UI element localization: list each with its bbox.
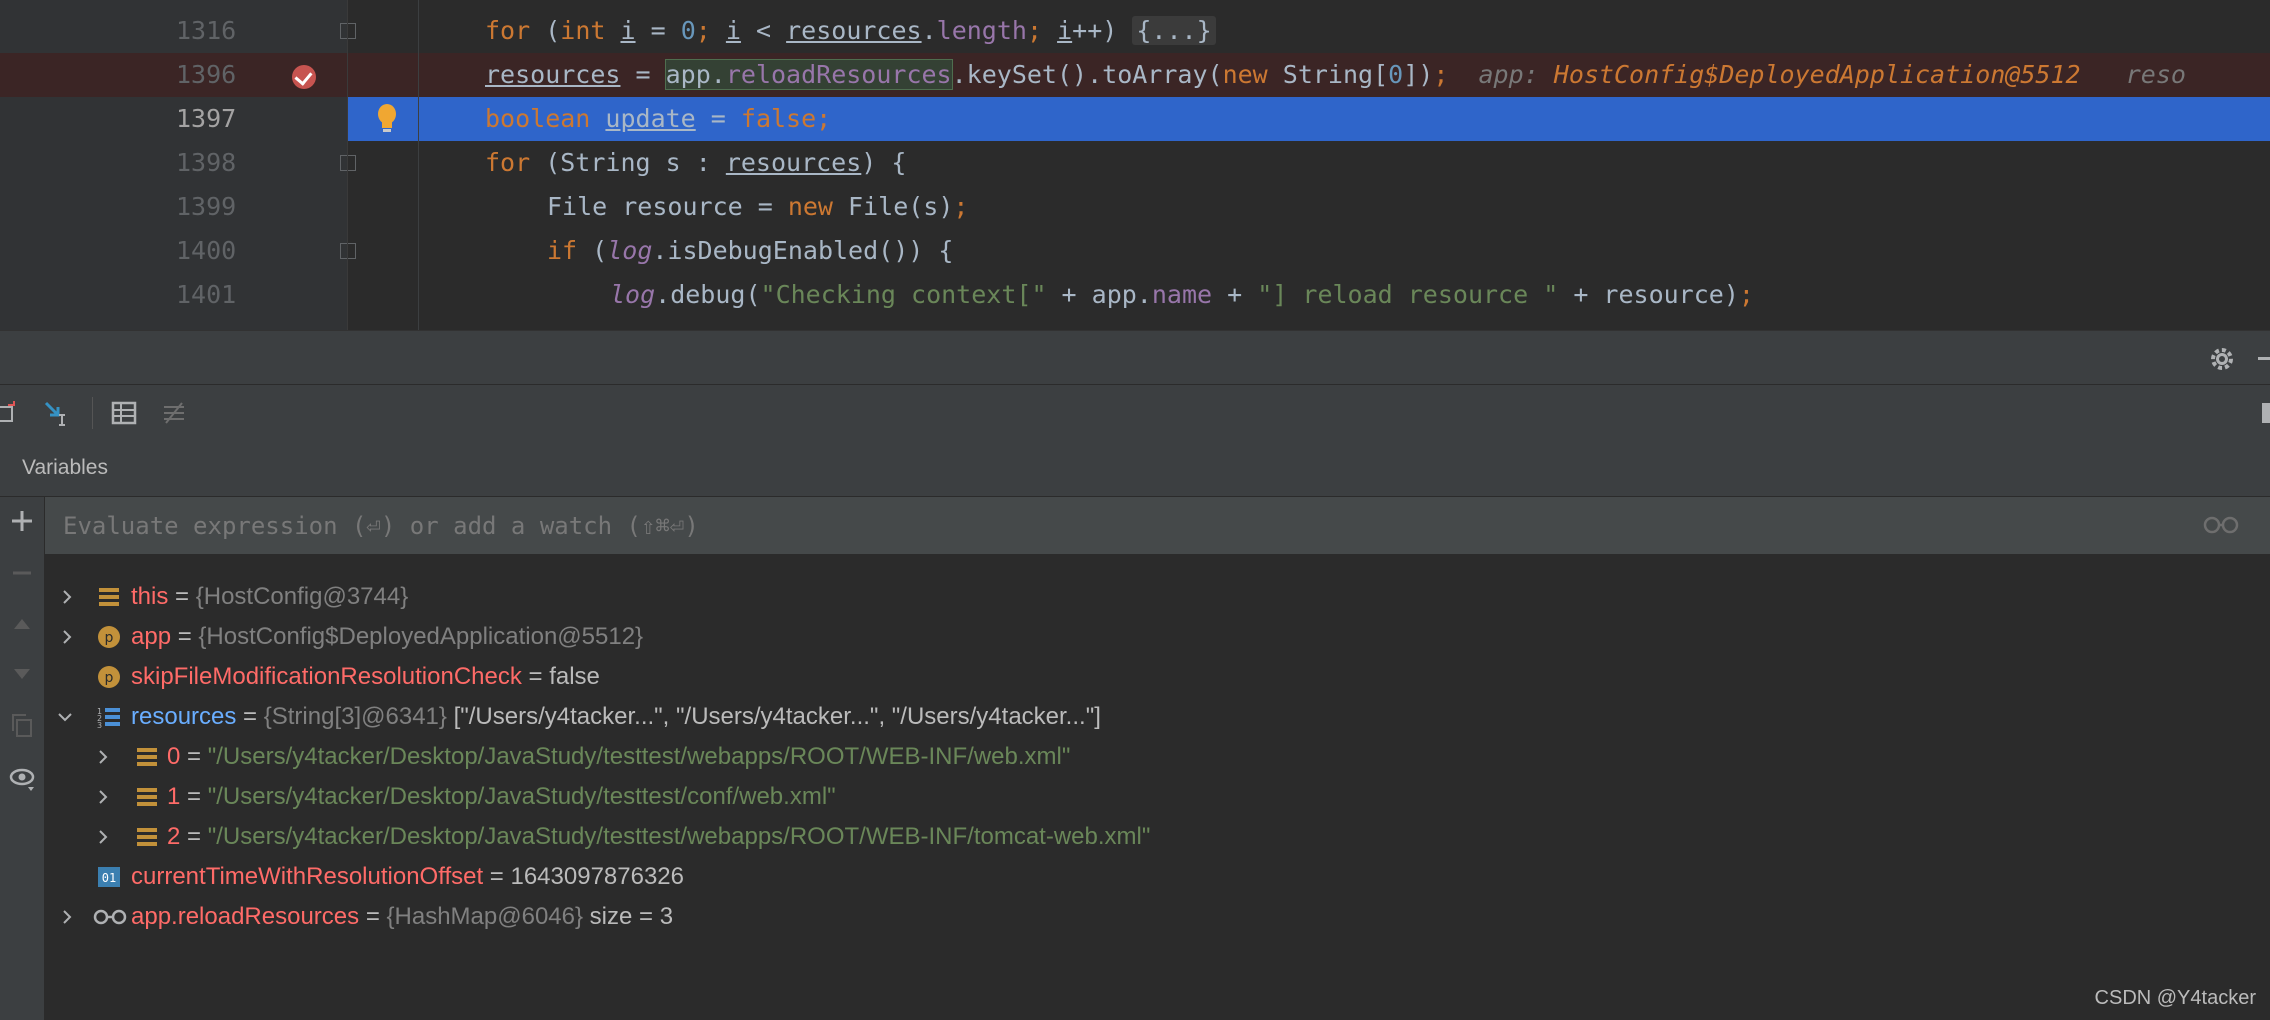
variable-label: skipFileModificationResolutionCheck = fa… xyxy=(131,663,600,690)
lightbulb-icon[interactable] xyxy=(376,103,398,135)
toolbar-separator xyxy=(92,397,93,429)
code-text: for (String s : resources) { xyxy=(485,148,907,177)
step-into-icon[interactable] xyxy=(42,399,70,427)
chevron-right-icon[interactable] xyxy=(59,909,75,925)
line-number: 1401 xyxy=(176,280,237,309)
breakpoint-line[interactable]: 1396 resources = app.reloadResources.key… xyxy=(0,53,2270,97)
evaluate-expression-input[interactable] xyxy=(61,497,2165,556)
code-text: boolean update = false; xyxy=(485,104,832,133)
line-number: 1398 xyxy=(176,148,237,177)
variable-label: 0 = "/Users/y4tacker/Desktop/JavaStudy/t… xyxy=(167,743,1071,770)
variable-label: app = {HostConfig$DeployedApplication@55… xyxy=(131,623,644,650)
variable-row[interactable]: 123 resources = {String[3]@6341} ["/User… xyxy=(45,697,2270,737)
line-number: 1400 xyxy=(176,236,237,265)
variable-label: currentTimeWithResolutionOffset = 164309… xyxy=(131,863,685,890)
minimize-icon[interactable] xyxy=(2258,357,2270,360)
array-element-row[interactable]: 2 = "/Users/y4tacker/Desktop/JavaStudy/t… xyxy=(45,817,2270,857)
svg-text:3: 3 xyxy=(97,721,102,729)
table-view-icon[interactable] xyxy=(110,399,138,427)
panel-title: Variables xyxy=(22,456,108,479)
array-icon: 123 xyxy=(97,707,120,729)
field-icon xyxy=(99,588,119,606)
line-number: 1399 xyxy=(176,192,237,221)
variable-label: app.reloadResources = {HashMap@6046} siz… xyxy=(131,903,674,930)
chevron-down-icon[interactable] xyxy=(57,709,73,725)
parameter-icon: p xyxy=(98,626,120,648)
variables-header: Variables xyxy=(0,440,2270,497)
parameter-icon: p xyxy=(98,666,120,688)
code-line[interactable]: 1398 for (String s : resources) { xyxy=(0,141,2270,185)
variable-label: 2 = "/Users/y4tacker/Desktop/JavaStudy/t… xyxy=(167,823,1151,850)
copy-icon[interactable] xyxy=(8,711,36,739)
chevron-right-icon[interactable] xyxy=(95,749,111,765)
line-number: 1316 xyxy=(176,16,237,45)
code-text: for (int i = 0; i < resources.length; i+… xyxy=(485,9,1216,53)
move-up-icon[interactable] xyxy=(8,609,36,637)
array-element-row[interactable]: 0 = "/Users/y4tacker/Desktop/JavaStudy/t… xyxy=(45,737,2270,777)
layout-icon[interactable] xyxy=(2262,403,2270,423)
inline-hint-trail: reso xyxy=(2125,60,2186,89)
variables-tree[interactable]: this = {HostConfig@3744} p app = {HostCo… xyxy=(45,555,2270,1020)
eye-icon[interactable] xyxy=(8,765,36,793)
add-icon[interactable] xyxy=(8,507,36,535)
variables-side-toolbar xyxy=(0,497,45,1020)
code-text: log.debug("Checking context[" + app.name… xyxy=(610,280,1754,309)
svg-text:01: 01 xyxy=(102,871,116,885)
variable-row[interactable]: p skipFileModificationResolutionCheck = … xyxy=(45,657,2270,697)
inline-hint-value: HostConfig$DeployedApplication@5512 xyxy=(1553,60,2081,89)
primitive-icon: 01 xyxy=(98,867,120,887)
watch-row[interactable]: app.reloadResources = {HashMap@6046} siz… xyxy=(45,897,2270,937)
code-text: if (log.isDebugEnabled()) { xyxy=(547,236,954,265)
chevron-right-icon[interactable] xyxy=(59,629,75,645)
variable-label: this = {HostConfig@3744} xyxy=(131,583,409,610)
line-number: 1396 xyxy=(176,60,237,89)
array-element-row[interactable]: 1 = "/Users/y4tacker/Desktop/JavaStudy/t… xyxy=(45,777,2270,817)
code-line[interactable]: 1401 log.debug("Checking context[" + app… xyxy=(0,273,2270,317)
code-text: File resource = new File(s); xyxy=(547,192,969,221)
variable-label: 1 = "/Users/y4tacker/Desktop/JavaStudy/t… xyxy=(167,783,836,810)
field-icon xyxy=(137,828,157,846)
field-icon xyxy=(137,788,157,806)
restore-frame-icon[interactable] xyxy=(0,399,28,427)
fold-collapse-icon[interactable] xyxy=(340,155,356,171)
watch-glasses-icon[interactable] xyxy=(2203,515,2239,535)
fold-collapse-icon[interactable] xyxy=(340,243,356,259)
code-editor[interactable]: 1316 for (int i = 0; i < resources.lengt… xyxy=(0,0,2270,330)
variable-row[interactable]: p app = {HostConfig$DeployedApplication@… xyxy=(45,617,2270,657)
line-number: 1397 xyxy=(176,104,237,133)
variable-label: resources = {String[3]@6341} ["/Users/y4… xyxy=(131,703,1101,730)
code-line[interactable]: 1400 if (log.isDebugEnabled()) { xyxy=(0,229,2270,273)
mute-breakpoints-icon[interactable] xyxy=(160,399,188,427)
watch-icon xyxy=(93,909,127,925)
chevron-right-icon[interactable] xyxy=(59,589,75,605)
chevron-right-icon[interactable] xyxy=(95,829,111,845)
fold-expand-icon[interactable] xyxy=(340,23,356,39)
current-execution-line[interactable]: 1397 boolean update = false; xyxy=(0,97,2270,141)
remove-icon[interactable] xyxy=(8,559,36,587)
code-line[interactable]: 1399 File resource = new File(s); xyxy=(0,185,2270,229)
move-down-icon[interactable] xyxy=(8,659,36,687)
gear-icon[interactable] xyxy=(2208,345,2236,373)
svg-text:p: p xyxy=(105,670,114,686)
watermark: CSDN @Y4tacker xyxy=(2094,987,2256,1009)
chevron-right-icon[interactable] xyxy=(95,789,111,805)
debug-toolbar xyxy=(0,384,2270,442)
field-icon xyxy=(137,748,157,766)
debug-tool-window-header xyxy=(0,330,2270,385)
inline-hint-label: app: xyxy=(1478,60,1539,89)
variable-row[interactable]: this = {HostConfig@3744} xyxy=(45,577,2270,617)
evaluate-expression-bar xyxy=(45,497,2270,556)
code-text: resources = app.reloadResources.keySet()… xyxy=(485,59,2186,90)
code-line[interactable]: 1316 for (int i = 0; i < resources.lengt… xyxy=(0,9,2270,53)
variable-row[interactable]: 01 currentTimeWithResolutionOffset = 164… xyxy=(45,857,2270,897)
svg-text:p: p xyxy=(105,630,114,646)
breakpoint-icon[interactable] xyxy=(292,65,316,89)
